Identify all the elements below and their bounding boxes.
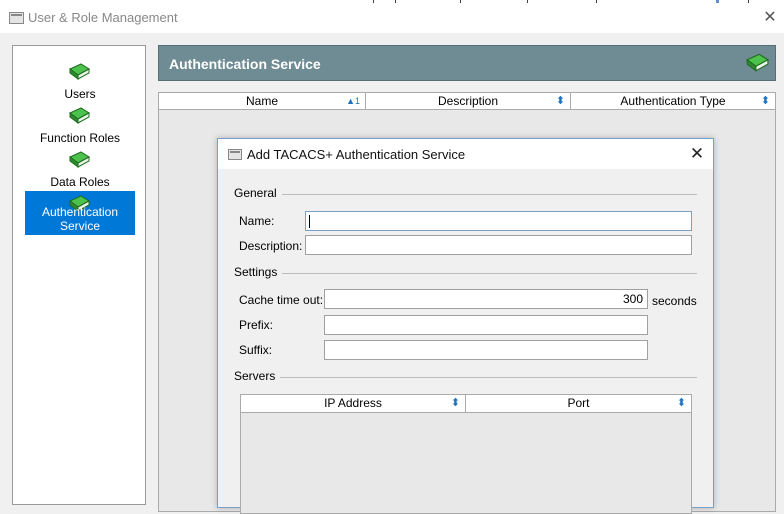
dialog-app-icon bbox=[228, 149, 242, 160]
column-header-label: Authentication Type bbox=[620, 94, 726, 108]
section-title: Authentication Service bbox=[169, 56, 321, 72]
cache-timeout-input[interactable] bbox=[324, 289, 648, 309]
suffix-label: Suffix: bbox=[239, 343, 273, 357]
sidebar-item-data-roles[interactable]: Data Roles bbox=[25, 147, 135, 191]
window-titlebar: User & Role Management ✕ bbox=[0, 3, 784, 33]
column-header-description[interactable]: Description ⬍ bbox=[366, 93, 571, 110]
column-header-authentication-type[interactable]: Authentication Type ⬍ bbox=[571, 93, 775, 110]
sort-icon: ⬍ bbox=[450, 397, 460, 409]
sort-icon: ⬍ bbox=[676, 397, 686, 409]
sidebar-item-label: Authentication Service bbox=[41, 205, 119, 233]
text-caret bbox=[309, 215, 310, 228]
window-app-icon bbox=[9, 12, 24, 24]
group-divider bbox=[234, 377, 697, 378]
prefix-input[interactable] bbox=[324, 315, 648, 335]
column-header-label: IP Address bbox=[324, 396, 382, 410]
sidebar: Users Function Roles Data Roles Authenti… bbox=[12, 45, 146, 505]
dialog-titlebar: Add TACACS+ Authentication Service ✕ bbox=[218, 139, 713, 169]
sidebar-item-function-roles[interactable]: Function Roles bbox=[25, 103, 135, 147]
sidebar-item-label: Function Roles bbox=[39, 131, 121, 145]
name-input[interactable] bbox=[305, 211, 692, 231]
sidebar-item-authentication-service[interactable]: Authentication Service bbox=[25, 191, 135, 235]
sort-ascending-icon: ▲1 bbox=[346, 96, 360, 106]
group-divider bbox=[234, 273, 697, 274]
green-book-icon bbox=[746, 53, 769, 72]
cache-timeout-label: Cache time out: bbox=[239, 293, 324, 307]
description-label: Description: bbox=[239, 239, 303, 253]
add-tacacs-dialog: Add TACACS+ Authentication Service ✕ Gen… bbox=[217, 138, 714, 514]
dialog-title: Add TACACS+ Authentication Service bbox=[247, 147, 466, 162]
column-header-ip-address[interactable]: IP Address ⬍ bbox=[241, 395, 466, 413]
sort-icon: ⬍ bbox=[760, 95, 770, 107]
window-title: User & Role Management bbox=[28, 10, 178, 25]
suffix-input[interactable] bbox=[324, 340, 648, 360]
column-header-name[interactable]: Name ▲1 bbox=[159, 93, 366, 110]
group-label-settings: Settings bbox=[234, 265, 283, 279]
green-book-icon bbox=[69, 151, 90, 168]
column-header-label: Description bbox=[437, 94, 499, 108]
name-label: Name: bbox=[239, 214, 275, 228]
column-header-port[interactable]: Port ⬍ bbox=[466, 395, 691, 413]
dialog-close-icon[interactable]: ✕ bbox=[687, 144, 707, 164]
cache-timeout-unit: seconds bbox=[652, 294, 697, 308]
green-book-icon bbox=[69, 63, 90, 80]
group-divider bbox=[234, 194, 697, 195]
section-header: Authentication Service bbox=[158, 45, 776, 81]
description-input[interactable] bbox=[305, 235, 692, 255]
column-header-label: Port bbox=[567, 396, 590, 410]
sidebar-item-label: Data Roles bbox=[50, 175, 110, 189]
group-label-servers: Servers bbox=[234, 369, 281, 383]
servers-table: IP Address ⬍ Port ⬍ bbox=[240, 394, 692, 514]
prefix-label: Prefix: bbox=[239, 318, 274, 332]
column-header-label: Name bbox=[245, 94, 278, 108]
green-book-icon bbox=[69, 107, 90, 124]
sort-icon: ⬍ bbox=[555, 95, 565, 107]
window-close-icon[interactable]: ✕ bbox=[760, 7, 780, 27]
group-label-general: General bbox=[234, 186, 282, 200]
sidebar-item-label: Users bbox=[64, 87, 96, 101]
sidebar-item-users[interactable]: Users bbox=[25, 59, 135, 103]
